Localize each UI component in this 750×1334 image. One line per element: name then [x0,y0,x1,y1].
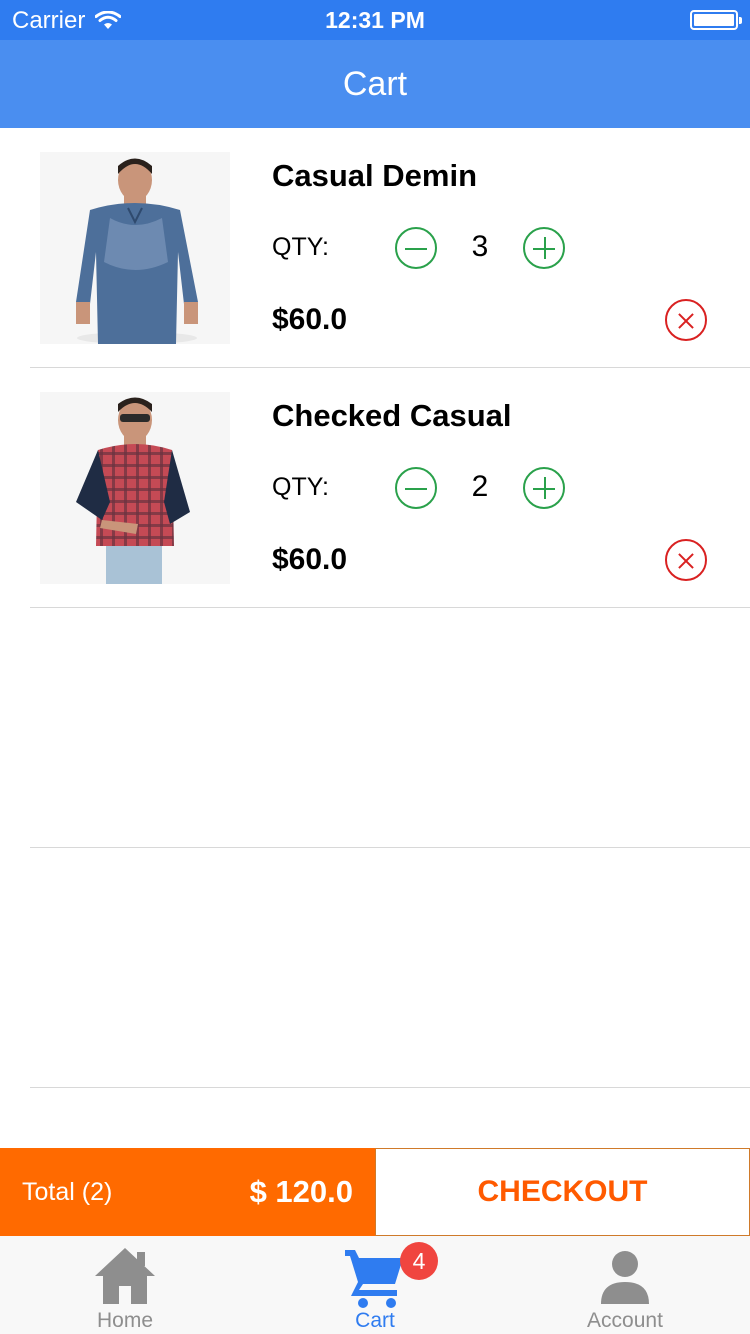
increase-qty-button[interactable] [523,227,565,269]
home-icon [95,1248,155,1304]
qty-label: QTY: [272,473,329,501]
decrease-qty-button[interactable] [395,227,437,269]
empty-row [30,848,750,1088]
product-title: Checked Casual [272,398,512,433]
decrease-qty-button[interactable] [395,467,437,509]
account-icon [601,1251,649,1304]
total-label: Total (2) [22,1177,113,1206]
nav-bar: Cart [0,40,750,128]
tab-account[interactable]: Account [500,1236,750,1334]
total-amount: $ 120.0 [249,1174,353,1209]
total-box: Total (2) $ 120.0 [0,1148,375,1236]
tab-cart[interactable]: 4 Cart [250,1236,500,1334]
product-price: $60.0 [272,303,348,336]
increase-qty-button[interactable] [523,467,565,509]
cart-badge: 4 [400,1242,438,1280]
remove-item-button[interactable] [665,299,707,341]
summary-bar: Total (2) $ 120.0 CHECKOUT [0,1148,750,1236]
empty-row [30,608,750,848]
tab-account-label: Account [587,1309,663,1332]
page-title: Cart [342,64,408,103]
tab-cart-label: Cart [355,1309,395,1332]
qty-value: 2 [471,470,489,503]
tab-home[interactable]: Home [0,1236,250,1334]
product-image-checked-shirt [40,392,230,584]
cart-list: Casual Demin QTY: 3 $60.0 Checked Casual… [0,128,750,1088]
cart-item: Checked Casual QTY: 2 $60.0 [30,368,750,608]
status-bar: Carrier 12:31 PM [0,0,750,40]
status-time: 12:31 PM [325,7,425,33]
checkout-button[interactable]: CHECKOUT [375,1148,750,1236]
cart-icon [345,1250,403,1308]
cart-item: Casual Demin QTY: 3 $60.0 [30,128,750,368]
tab-bar: Home 4 Cart Account [0,1236,750,1334]
tab-home-label: Home [96,1309,154,1332]
product-image-denim-shirt [40,152,230,344]
remove-item-button[interactable] [665,539,707,581]
battery-icon [690,10,742,30]
product-title: Casual Demin [272,158,478,193]
product-price: $60.0 [272,543,348,576]
qty-label: QTY: [272,233,329,261]
qty-value: 3 [471,230,489,263]
